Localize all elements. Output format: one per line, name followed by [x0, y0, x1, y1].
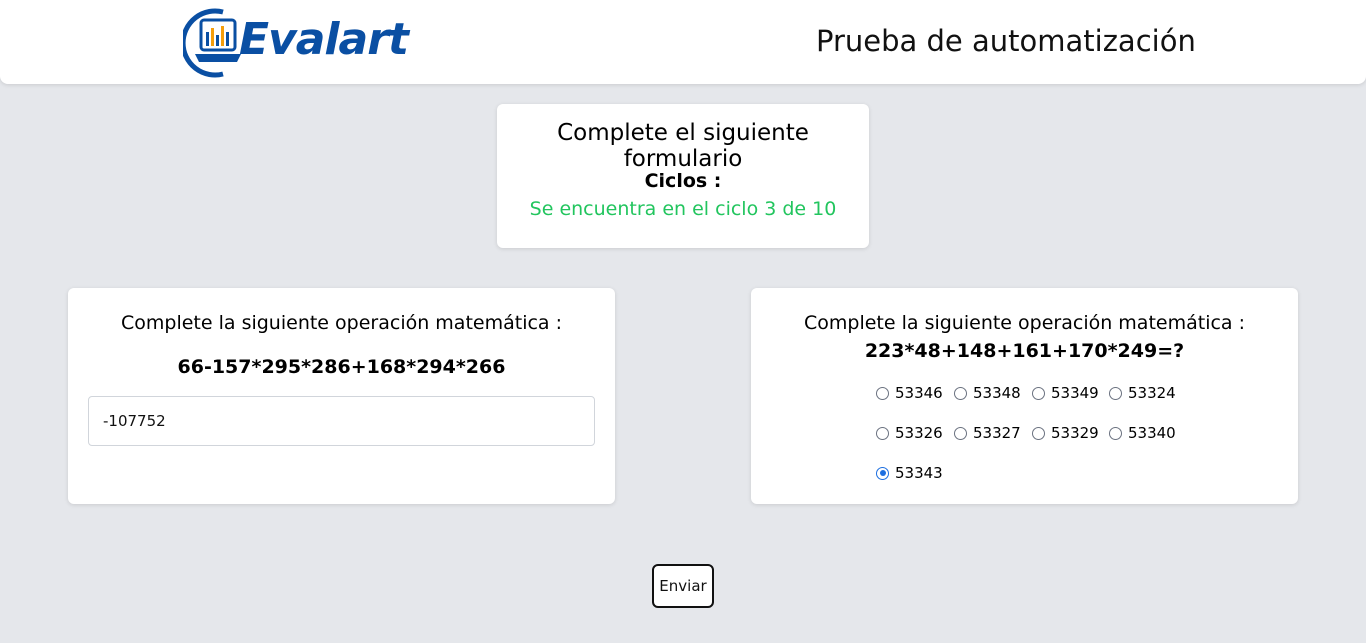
option-label: 53329 [1051, 424, 1099, 442]
option-label: 53324 [1128, 384, 1176, 402]
radio-button[interactable] [876, 426, 889, 440]
option-53329[interactable]: 53329 [1032, 422, 1099, 444]
radio-button[interactable] [1109, 426, 1122, 440]
page-title: Prueba de automatización [816, 24, 1196, 58]
operation-label: Complete la siguiente operación matemáti… [121, 312, 562, 334]
math-choice-card: Complete la siguiente operación matemáti… [751, 288, 1298, 504]
option-53349[interactable]: 53349 [1032, 382, 1099, 404]
option-label: 53348 [973, 384, 1021, 402]
option-53343[interactable]: 53343 [876, 462, 943, 484]
option-label: 53340 [1128, 424, 1176, 442]
option-53327[interactable]: 53327 [954, 422, 1021, 444]
option-53346[interactable]: 53346 [876, 382, 943, 404]
radio-button[interactable] [1032, 426, 1045, 440]
answer-input[interactable] [88, 396, 595, 446]
radio-button[interactable] [954, 426, 967, 440]
option-53326[interactable]: 53326 [876, 422, 943, 444]
option-label: 53349 [1051, 384, 1099, 402]
radio-button[interactable] [1109, 386, 1122, 400]
radio-button[interactable] [876, 386, 889, 400]
option-label: 53326 [895, 424, 943, 442]
top-header: Evalart Prueba de automatización [0, 0, 1366, 84]
submit-button[interactable]: Enviar [652, 564, 714, 608]
logo-text: Evalart [239, 14, 409, 65]
evalart-logo: Evalart [183, 8, 428, 78]
math-input-card: Complete la siguiente operación matemáti… [68, 288, 615, 504]
operation-expression: 223*48+148+161+170*249=? [864, 340, 1185, 362]
option-53324[interactable]: 53324 [1109, 382, 1176, 404]
intro-card: Complete el siguiente formulario Ciclos … [497, 104, 869, 248]
cycles-status: Se encuentra en el ciclo 3 de 10 [529, 198, 837, 220]
cycles-label: Ciclos : [644, 170, 722, 192]
operation-label: Complete la siguiente operación matemáti… [804, 312, 1245, 334]
evalart-laptop-chart-icon [183, 8, 241, 78]
option-53340[interactable]: 53340 [1109, 422, 1176, 444]
option-53348[interactable]: 53348 [954, 382, 1021, 404]
option-label: 53327 [973, 424, 1021, 442]
operation-expression: 66-157*295*286+168*294*266 [177, 356, 506, 378]
radio-button[interactable] [954, 386, 967, 400]
form-title: Complete el siguiente formulario [557, 120, 809, 172]
option-label: 53346 [895, 384, 943, 402]
radio-button[interactable] [1032, 386, 1045, 400]
radio-button-selected[interactable] [876, 466, 889, 480]
option-label: 53343 [895, 464, 943, 482]
